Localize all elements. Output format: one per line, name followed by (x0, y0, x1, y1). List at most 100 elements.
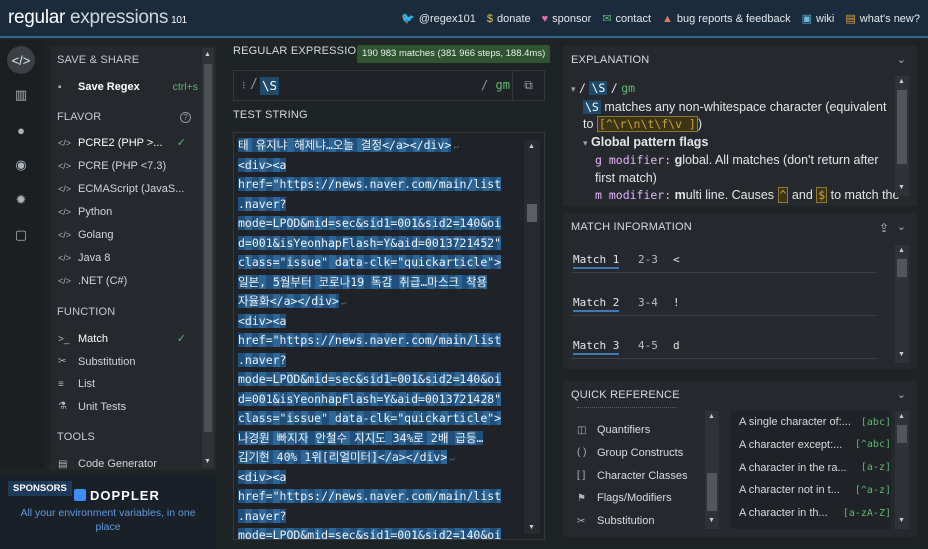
flavor-label: Golang (78, 229, 114, 241)
scroll-down-icon[interactable]: ▼ (898, 351, 905, 358)
header-link-regex101[interactable]: 🐦 @regex101 (401, 12, 476, 26)
quick-ref-token[interactable]: A character in the ra... [a-z] (739, 458, 891, 478)
match-row[interactable]: Match 1 2-3 < (571, 247, 877, 273)
chat-icon[interactable]: ▢ (7, 221, 35, 249)
stats-icon[interactable]: ▥ (7, 81, 35, 109)
match-value: d (673, 339, 680, 352)
function-item[interactable]: ✂ Substitution (58, 352, 198, 372)
twitter-icon: 🐦 (401, 13, 415, 25)
scroll-down-icon[interactable]: ▼ (898, 517, 905, 524)
explanation-scrollbar[interactable]: ▲ ▼ (895, 76, 909, 196)
header-link-donate[interactable]: $ donate (487, 12, 531, 25)
collapse-arrow-icon[interactable]: ▾ (571, 84, 576, 94)
match-info-scrollbar[interactable]: ▲ ▼ (895, 245, 909, 363)
scroll-down-icon[interactable]: ▼ (898, 184, 905, 191)
quick-ref-category[interactable]: ⚑ Flags/Modifiers (577, 488, 672, 508)
token-scroll-thumb[interactable] (897, 425, 907, 443)
quick-ref-token[interactable]: A character not in t... [^a-z] (739, 480, 891, 500)
code-generator-item[interactable]: ▤ Code Generator (58, 454, 198, 474)
chevron-down-icon[interactable]: ⌄ (897, 53, 906, 66)
flavor-label: ECMAScript (JavaS... (78, 183, 185, 195)
test-string-editor[interactable]: 태 유지냐 해제냐…오늘 결정</a></div> ↵ <div><a href="h… (233, 132, 545, 540)
scroll-down-icon[interactable]: ▼ (204, 458, 211, 465)
category-scroll-thumb[interactable] (707, 473, 717, 511)
flavor-label: PCRE (PHP <7.3) (78, 160, 167, 172)
quick-ref-category[interactable]: ( ) Group Constructs (577, 443, 683, 463)
match-highlight: mode=LPOD&mid=sec&sid1=001&sid2=140&oi (238, 372, 502, 386)
match-highlight: d=001&isYeonhapFlash=Y&aid=0013721428" (238, 391, 502, 406)
sidebar-scrollbar[interactable]: ▲ ▼ (202, 48, 214, 468)
match-icon: >_ (58, 333, 70, 345)
match-row[interactable]: Match 2 3-4! (571, 290, 877, 316)
quick-ref-category[interactable]: [ ] Character Classes (577, 466, 687, 486)
quick-ref-token[interactable]: A single character of:... [abc] (739, 412, 891, 432)
quick-ref-category[interactable]: ✂ Substitution (577, 511, 654, 531)
help-icon[interactable]: ? (180, 112, 191, 123)
token-label: A character in th... (739, 507, 828, 520)
sidebar-scroll-thumb[interactable] (204, 64, 212, 432)
match-highlight: 자율화</a></div> (238, 294, 339, 308)
explanation-scroll-thumb[interactable] (897, 90, 907, 164)
quiz-icon[interactable]: ◉ (7, 151, 35, 179)
regex-flags[interactable]: / gm (481, 78, 510, 92)
header-link-wiki[interactable]: ▣ wiki (802, 12, 835, 26)
scroll-up-icon[interactable]: ▲ (528, 143, 535, 150)
copy-icon[interactable]: ⧉ (512, 71, 544, 100)
scroll-up-icon[interactable]: ▲ (898, 247, 905, 254)
user-icon[interactable]: ● (7, 116, 35, 144)
function-label: Substitution (78, 355, 136, 368)
settings-icon[interactable]: ✹ (7, 186, 35, 214)
logo-version: 101 (171, 15, 187, 26)
save-regex-label: Save Regex (78, 81, 140, 93)
header-link-what-s-new[interactable]: ▤ what's new? (845, 12, 920, 26)
flavor-item[interactable]: </> Python (58, 202, 198, 222)
function-item[interactable]: ≡ List (58, 374, 198, 394)
test-string-scrollbar[interactable]: ▲ ▼ (524, 140, 540, 534)
scroll-up-icon[interactable]: ▲ (898, 413, 905, 420)
regex-input[interactable]: \S (260, 77, 280, 95)
quick-ref-token-scrollbar[interactable]: ▲ ▼ (895, 411, 909, 529)
chevron-down-icon[interactable]: ⌄ (897, 220, 906, 233)
function-label: List (78, 378, 96, 390)
header-link-sponsor[interactable]: ♥ sponsor (542, 12, 592, 25)
quick-ref-token[interactable]: A character in th... [a-zA-Z] (739, 503, 891, 523)
code-generator-label: Code Generator (78, 458, 157, 470)
header-link-contact[interactable]: ✉ contact (602, 12, 651, 26)
flavor-item[interactable]: </> Golang (58, 225, 198, 245)
scroll-up-icon[interactable]: ▲ (204, 51, 211, 58)
quick-ref-token[interactable]: A character except:... [^abc] (739, 435, 891, 455)
m-modifier-desc: ulti line. Causes (685, 188, 778, 202)
test-string-line: <div><a (238, 468, 520, 488)
share-icon[interactable]: ⇪ (879, 221, 889, 235)
scroll-up-icon[interactable]: ▲ (708, 413, 715, 420)
scroll-down-icon[interactable]: ▼ (708, 517, 715, 524)
header-link-bug-reports-feedback[interactable]: ▲ bug reports & feedback (662, 12, 791, 25)
flavor-item[interactable]: </> PCRE (PHP <7.3) (58, 156, 198, 176)
flavor-item[interactable]: </> Java 8 (58, 248, 198, 268)
logo-text-light: expressions (65, 7, 169, 28)
regex-input-box[interactable]: ⁝ / \S / gm ⧉ (233, 70, 545, 101)
quick-ref-category[interactable]: ◫ Quantifiers (577, 420, 650, 440)
regex-editor-icon[interactable]: </> (7, 46, 35, 74)
flavor-item[interactable]: </> .NET (C#) (58, 271, 198, 291)
save-regex-button[interactable]: ▪ Save Regex ctrl+s (58, 77, 198, 97)
match-value: ! (673, 296, 680, 309)
flavor-item[interactable]: </> ECMAScript (JavaS... (58, 179, 198, 199)
test-string-line: 일본, 5월부터 코로나19 독감 취급…마스크 착용 (238, 273, 520, 293)
flavor-label: PCRE2 (PHP >... (78, 137, 163, 149)
scroll-up-icon[interactable]: ▲ (898, 78, 905, 85)
quick-ref-category-scrollbar[interactable]: ▲ ▼ (705, 411, 719, 529)
test-string-line: .naver? (238, 507, 520, 527)
site-logo[interactable]: regular expressions 101 (8, 7, 187, 29)
sponsor-text[interactable]: All your environment variables, in one p… (8, 506, 208, 534)
test-scroll-thumb[interactable] (527, 204, 537, 222)
match-scroll-thumb[interactable] (897, 259, 907, 277)
match-highlight: href="https://news.naver.com/main/list (238, 177, 502, 191)
scroll-down-icon[interactable]: ▼ (528, 524, 535, 531)
sponsor-logo[interactable]: DOPPLER (74, 488, 160, 503)
delimiter-menu-icon[interactable]: ⁝ (242, 79, 246, 92)
collapse-arrow-icon[interactable]: ▾ (583, 138, 588, 148)
match-row[interactable]: Match 3 4-5 d (571, 333, 877, 359)
function-item[interactable]: ⚗ Unit Tests (58, 397, 198, 417)
chevron-down-icon[interactable]: ⌄ (897, 388, 906, 401)
